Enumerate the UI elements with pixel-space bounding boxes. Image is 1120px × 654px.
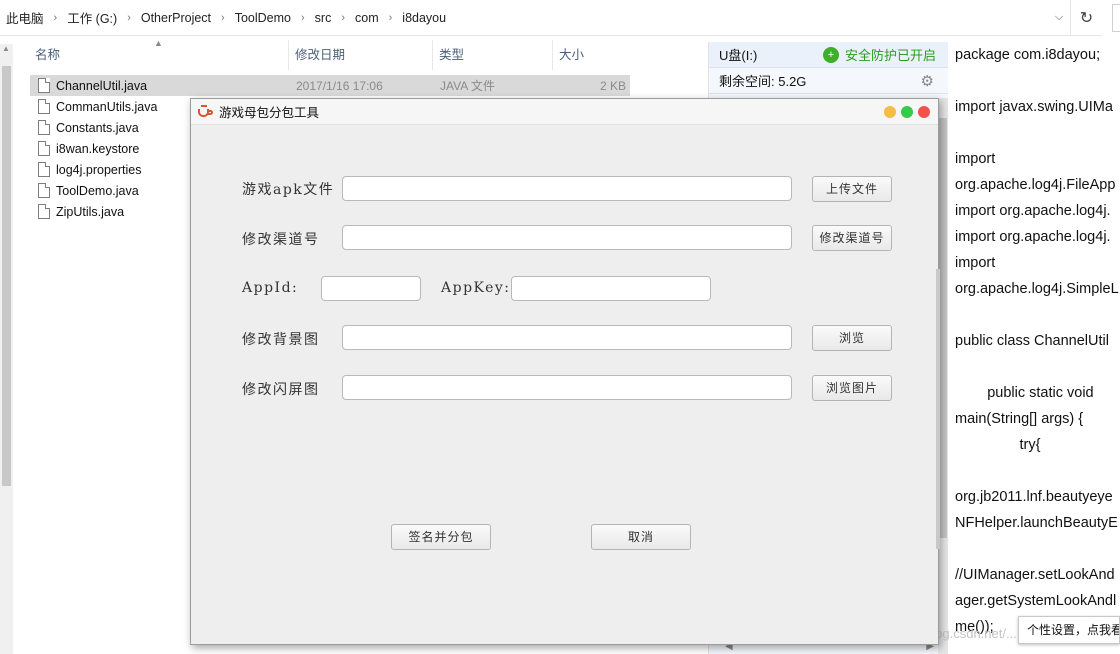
breadcrumb: 此电脑 › 工作 (G:) › OtherProject › ToolDemo › src › co… (0, 0, 1048, 35)
gear-icon[interactable]: ⚙ (921, 72, 934, 90)
channel-label: 修改渠道号 (242, 232, 320, 248)
address-bar[interactable]: 此电脑 › 工作 (G:) › OtherProject › ToolDemo › src › co… (0, 0, 1070, 36)
chevron-right-icon[interactable]: › (301, 12, 305, 24)
apk-path-field[interactable] (342, 176, 792, 201)
column-header-date[interactable]: 修改日期 (289, 40, 433, 70)
scrollbar-thumb[interactable] (2, 66, 11, 486)
appid-label: AppId: (242, 280, 299, 296)
column-header-type[interactable]: 类型 (433, 40, 553, 70)
background-label: 修改背景图 (242, 332, 320, 348)
code-line: NFHelper.launchBeautyE (955, 515, 1118, 531)
usb-free-space: 剩余空间: 5.2G ⚙ (709, 68, 948, 94)
file-date: 2017/1/16 17:06 (296, 78, 383, 93)
dialog-title-bar[interactable]: 游戏母包分包工具 (191, 99, 938, 125)
cancel-button[interactable]: 取消 (591, 524, 691, 550)
breadcrumb-item[interactable]: src (315, 11, 332, 25)
upload-file-button[interactable]: 上传文件 (812, 176, 892, 202)
close-button[interactable] (918, 105, 930, 118)
breadcrumb-item[interactable]: i8dayou (402, 11, 446, 25)
code-line: import org.apache.log4j. (955, 229, 1111, 245)
settings-popup[interactable]: 个性设置，点我看看 (1018, 616, 1120, 644)
code-line: public class ChannelUtil (955, 333, 1109, 349)
sort-arrow-icon: ▲ (154, 38, 163, 48)
refresh-icon[interactable]: ↻ (1070, 0, 1102, 36)
background-path-field[interactable] (342, 325, 792, 350)
code-line: import org.apache.log4j. (955, 203, 1111, 219)
code-line: org.jb2011.lnf.beautyeye (955, 489, 1113, 505)
appid-field[interactable] (321, 276, 421, 301)
dialog-scrollbar[interactable] (936, 269, 940, 549)
breadcrumb-item[interactable]: 此电脑 (6, 8, 44, 27)
code-line: org.apache.log4j.SimpleL (955, 281, 1119, 297)
java-cup-icon (197, 104, 213, 119)
file-size: 2 KB (599, 78, 626, 93)
appkey-label: AppKey: (441, 280, 511, 296)
browse-button[interactable]: 浏览 (812, 325, 892, 351)
breadcrumb-item[interactable]: com (355, 11, 379, 25)
file-icon (38, 120, 50, 135)
file-icon (38, 141, 50, 156)
column-headers: 名称 修改日期 类型 大小 (0, 40, 630, 70)
browse-image-button[interactable]: 浏览图片 (812, 375, 892, 401)
left-scrollbar[interactable]: ▲ (0, 44, 13, 654)
file-icon (38, 204, 50, 219)
code-line: import javax.swing.UIMa (955, 99, 1113, 115)
file-icon (38, 183, 50, 198)
chevron-right-icon[interactable]: › (389, 12, 393, 24)
channel-field[interactable] (342, 225, 792, 250)
minimize-button[interactable] (884, 105, 896, 118)
scroll-up-icon[interactable]: ▲ (2, 44, 10, 53)
chevron-right-icon[interactable]: › (127, 12, 131, 24)
chevron-right-icon[interactable]: › (54, 12, 58, 24)
code-line: package com.i8dayou; (955, 47, 1101, 63)
usb-header: U盘(I:) + 安全防护已开启 (709, 42, 948, 68)
usb-scrollbar-thumb[interactable] (939, 118, 947, 538)
chevron-right-icon[interactable]: › (221, 12, 225, 24)
breadcrumb-item[interactable]: ToolDemo (235, 11, 291, 25)
code-line: import (955, 255, 996, 271)
dialog-title: 游戏母包分包工具 (219, 106, 320, 120)
search-input[interactable] (1112, 4, 1120, 32)
code-line: org.apache.log4j.FileApp (955, 177, 1116, 193)
shield-icon: + (822, 46, 839, 63)
file-name: ChannelUtil.java (56, 78, 148, 93)
usb-free-space-label: 剩余空间: 5.2G (719, 74, 807, 89)
code-line: ager.getSystemLookAndl (955, 593, 1117, 609)
code-line: main(String[] args) { (955, 411, 1084, 427)
code-line: import (955, 151, 996, 167)
breadcrumb-item[interactable]: OtherProject (141, 11, 211, 25)
file-row[interactable]: ChannelUtil.java 2017/1/16 17:06 JAVA 文件 2 … (30, 75, 630, 96)
chevron-down-icon[interactable]: ⌵ (1048, 11, 1070, 24)
file-icon (38, 78, 50, 93)
sign-and-package-button[interactable]: 签名并分包 (391, 524, 491, 550)
packager-dialog: 游戏母包分包工具 游戏apk文件 上传文件 修改渠道号 修改渠道号 AppId:… (190, 98, 940, 645)
usb-title: U盘(I:) (719, 48, 758, 63)
change-channel-button[interactable]: 修改渠道号 (812, 225, 892, 251)
maximize-button[interactable] (901, 105, 913, 118)
column-header-size[interactable]: 大小 (553, 40, 630, 70)
code-editor[interactable]: package com.i8dayou; import javax.swing.U… (955, 42, 1120, 640)
splash-label: 修改闪屏图 (242, 382, 320, 398)
appkey-field[interactable] (511, 276, 711, 301)
usb-status[interactable]: 安全防护已开启 (845, 45, 936, 64)
apk-label: 游戏apk文件 (242, 182, 335, 198)
file-icon (38, 162, 50, 177)
breadcrumb-item[interactable]: 工作 (G:) (67, 8, 117, 27)
code-line: public static void (955, 385, 1094, 401)
chevron-right-icon[interactable]: › (341, 12, 345, 24)
code-line: try{ (955, 437, 1041, 453)
file-icon (38, 99, 50, 114)
file-type: JAVA 文件 (440, 79, 495, 93)
code-line: //UIManager.setLookAnd (955, 567, 1115, 583)
splash-path-field[interactable] (342, 375, 792, 400)
